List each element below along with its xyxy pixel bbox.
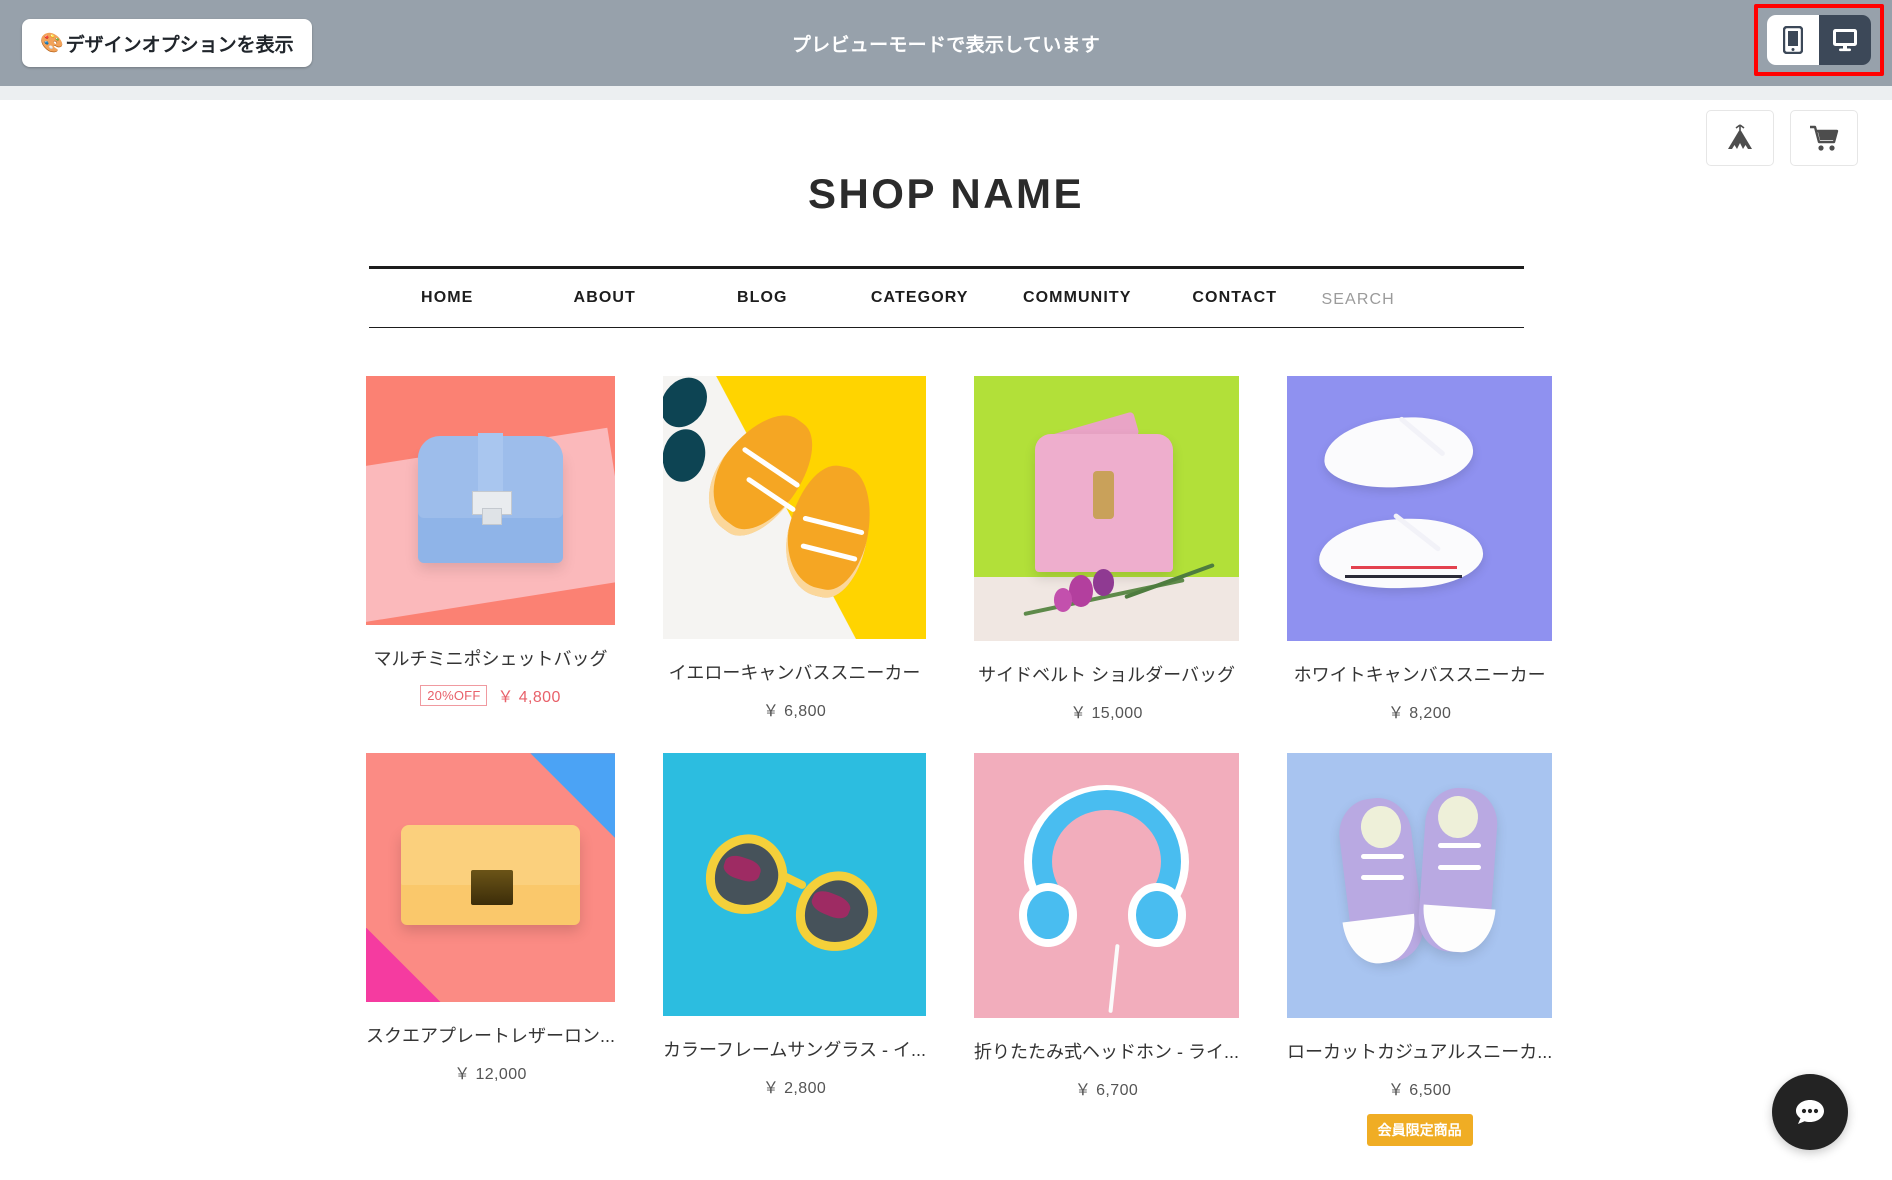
preview-bar: 🎨 デザインオプションを表示 プレビューモードで表示しています (0, 0, 1892, 86)
product-name: ホワイトキャンバススニーカー (1293, 665, 1546, 686)
product-price-row: ￥ 2,800 (663, 1074, 926, 1098)
product-price: ￥ 15,000 (1070, 705, 1143, 722)
product-artwork (366, 753, 616, 1003)
product-price-row: ￥ 6,700 (974, 1076, 1239, 1100)
product-artwork (663, 753, 927, 1017)
product-card[interactable]: ホワイトキャンバススニーカー ￥ 8,200 (1287, 376, 1553, 723)
product-image-side-belt-shoulder-bag[interactable] (974, 376, 1240, 641)
product-name: 折りたたみ式ヘッドホン - ライ... (974, 1042, 1240, 1063)
product-grid: マルチミニポシェットバッグ 20%OFF ￥ 4,800 イエローキャンバススニ… (366, 376, 1553, 1147)
header-icon-group (1706, 110, 1858, 166)
palette-icon: 🎨 (40, 32, 64, 54)
product-name: サイドベルト ショルダーバッグ (978, 665, 1235, 685)
product-card[interactable]: スクエアプレートレザーロン... ￥ 12,000 (366, 753, 616, 1146)
product-price: ￥ 2,800 (762, 1080, 827, 1098)
cart-icon (1810, 125, 1839, 151)
search-input[interactable] (1321, 287, 1524, 309)
product-price-row: 20%OFF ￥ 4,800 (366, 683, 615, 707)
desktop-icon (1833, 29, 1857, 52)
product-card[interactable]: サイドベルト ショルダーバッグ ￥ 15,000 (974, 376, 1240, 723)
product-image-square-plate-leather-wallet[interactable] (366, 753, 616, 1003)
nav-list: HOME ABOUT BLOG CATEGORY COMMUNITY CONTA… (369, 289, 1314, 307)
product-name: スクエアプレートレザーロン... (366, 1026, 616, 1047)
product-card[interactable]: マルチミニポシェットバッグ 20%OFF ￥ 4,800 (366, 376, 616, 723)
desktop-view-button[interactable] (1819, 15, 1871, 65)
nav-item-about[interactable]: ABOUT (526, 289, 684, 307)
product-price-row: ￥ 15,000 (974, 699, 1239, 723)
nav-item-home[interactable]: HOME (369, 289, 527, 307)
shop-header: SHOP NAME HOME ABOUT BLOG CATEGORY COMMU… (0, 100, 1892, 328)
design-options-label: デザインオプションを表示 (65, 34, 294, 56)
product-name: マルチミニポシェットバッグ (373, 649, 608, 670)
mobile-icon (1783, 26, 1803, 54)
product-image-foldable-headphones[interactable] (974, 753, 1240, 1019)
product-name: カラーフレームサングラス - イ... (663, 1040, 927, 1061)
member-only-badge: 会員限定商品 (1366, 1114, 1473, 1147)
product-price-row: ￥ 8,200 (1287, 699, 1552, 723)
product-artwork (366, 376, 616, 626)
product-image-white-canvas-sneakers[interactable] (1287, 376, 1553, 642)
device-toggle[interactable] (1767, 15, 1871, 65)
tent-icon (1728, 124, 1752, 149)
product-price: ￥ 4,800 (497, 689, 561, 707)
page-separator (0, 86, 1892, 100)
main-navigation: HOME ABOUT BLOG CATEGORY COMMUNITY CONTA… (368, 266, 1524, 328)
chat-bubble-icon (1796, 1100, 1824, 1124)
product-price-row: ￥ 6,800 (663, 697, 926, 721)
product-card[interactable]: 折りたたみ式ヘッドホン - ライ... ￥ 6,700 (974, 753, 1240, 1146)
product-image-mini-pochette-bag[interactable] (366, 376, 616, 626)
product-artwork (974, 376, 1240, 641)
product-name: イエローキャンバススニーカー (668, 663, 921, 684)
product-price: ￥ 6,700 (1074, 1082, 1139, 1100)
product-image-color-frame-sunglasses[interactable] (663, 753, 927, 1017)
nav-item-community[interactable]: COMMUNITY (999, 289, 1157, 307)
nav-item-category[interactable]: CATEGORY (841, 289, 999, 307)
cart-button[interactable] (1790, 110, 1858, 166)
mobile-view-button[interactable] (1767, 15, 1819, 65)
product-price: ￥ 6,500 (1388, 1082, 1452, 1100)
product-image-low-cut-casual-sneakers[interactable] (1287, 753, 1553, 1019)
product-price: ￥ 12,000 (454, 1066, 527, 1084)
product-artwork (974, 753, 1240, 1019)
product-price: ￥ 8,200 (1388, 705, 1452, 723)
product-artwork (1287, 753, 1553, 1019)
tent-button[interactable] (1706, 110, 1774, 166)
product-price-row: ￥ 12,000 (366, 1060, 615, 1084)
product-card[interactable]: カラーフレームサングラス - イ... ￥ 2,800 (663, 753, 927, 1146)
product-price-row: ￥ 6,500 (1287, 1076, 1552, 1100)
nav-item-blog[interactable]: BLOG (684, 289, 842, 307)
product-card[interactable]: ローカットカジュアルスニーカ... ￥ 6,500 会員限定商品 (1287, 753, 1553, 1147)
nav-item-contact[interactable]: CONTACT (1156, 289, 1314, 307)
product-price: ￥ 6,800 (762, 703, 827, 721)
discount-badge: 20%OFF (420, 684, 488, 706)
product-artwork (1287, 376, 1553, 642)
product-name: ローカットカジュアルスニーカ... (1287, 1042, 1553, 1063)
search-box[interactable] (1314, 287, 1524, 309)
design-options-button[interactable]: 🎨 デザインオプションを表示 (22, 19, 312, 67)
product-artwork (663, 376, 927, 640)
device-toggle-highlight (1754, 4, 1884, 76)
product-card[interactable]: イエローキャンバススニーカー ￥ 6,800 (663, 376, 927, 723)
product-image-yellow-canvas-sneakers[interactable] (663, 376, 927, 640)
page-title: SHOP NAME (807, 170, 1085, 217)
chat-button[interactable] (1772, 1074, 1848, 1150)
